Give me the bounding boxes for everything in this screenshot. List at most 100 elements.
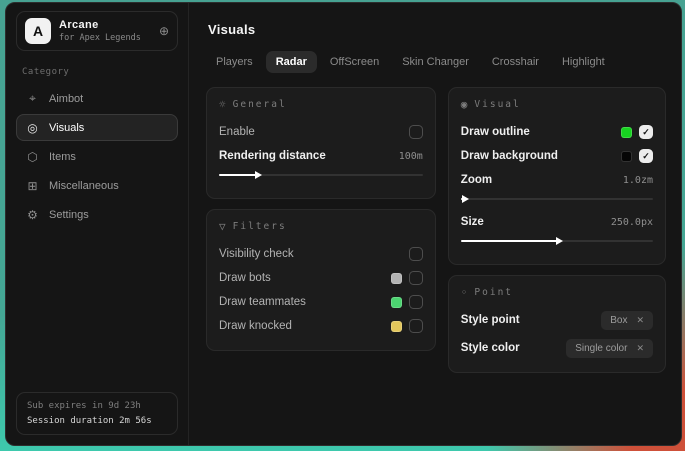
enable-row: Enable	[219, 120, 423, 144]
subscription-info: Sub expires in 9d 23h Session duration 2…	[16, 392, 178, 435]
tab-radar[interactable]: Radar	[266, 51, 317, 73]
draw-bots-color-swatch[interactable]	[391, 273, 402, 284]
point-card: ◦ Point Style point Box ✕ Style color S	[448, 275, 666, 373]
visual-title: Visual	[474, 99, 520, 110]
draw-knocked-row: Draw knocked	[219, 314, 423, 338]
draw-background-color-swatch[interactable]	[621, 151, 632, 162]
draw-bots-label: Draw bots	[219, 272, 271, 284]
category-label: Category	[22, 67, 172, 77]
visual-header: ◉ Visual	[461, 98, 653, 111]
visibility-check-label: Visibility check	[219, 248, 294, 260]
zoom-slider[interactable]	[461, 194, 653, 204]
draw-background-row: Draw background ✓	[461, 144, 653, 168]
draw-outline-row: Draw outline ✓	[461, 120, 653, 144]
style-color-select[interactable]: Single color ✕	[566, 339, 653, 358]
enable-label: Enable	[219, 126, 255, 138]
app-window: A Arcane for Apex Legends ⊕ Category ⌖ A…	[5, 2, 682, 446]
zoom-label: Zoom	[461, 174, 492, 186]
point-header: ◦ Point	[461, 286, 653, 299]
draw-knocked-color-swatch[interactable]	[391, 321, 402, 332]
page-title: Visuals	[208, 22, 666, 37]
size-slider[interactable]	[461, 236, 653, 246]
size-label: Size	[461, 216, 484, 228]
zoom-row: Zoom 1.0zm	[461, 168, 653, 192]
draw-knocked-checkbox[interactable]	[409, 319, 423, 333]
size-value: 250.0px	[611, 217, 653, 228]
point-title: Point	[474, 287, 513, 298]
filters-title: Filters	[233, 221, 287, 232]
general-header: ☼ General	[219, 98, 423, 111]
point-icon: ◦	[461, 286, 468, 299]
zoom-value: 1.0zm	[623, 175, 653, 186]
sidebar-item-visuals[interactable]: ◎ Visuals	[16, 114, 178, 141]
filters-icon: ▽	[219, 220, 226, 233]
target-icon[interactable]: ⊕	[159, 24, 169, 38]
app-logo: A	[25, 18, 51, 44]
sidebar-item-label: Visuals	[49, 122, 84, 134]
app-subtitle: for Apex Legends	[59, 33, 141, 43]
close-icon[interactable]: ✕	[636, 343, 644, 354]
style-color-value: Single color	[575, 343, 627, 354]
style-point-label: Style point	[461, 314, 520, 326]
visual-card: ◉ Visual Draw outline ✓ Draw background	[448, 87, 666, 265]
sidebar: A Arcane for Apex Legends ⊕ Category ⌖ A…	[6, 3, 189, 445]
tab-highlight[interactable]: Highlight	[552, 51, 615, 73]
sub-expiry-text: Sub expires in 9d 23h	[27, 401, 167, 411]
main-content: Visuals Players Radar OffScreen Skin Cha…	[189, 3, 681, 445]
rendering-distance-row: Rendering distance 100m	[219, 144, 423, 168]
items-icon: ⬡	[26, 150, 39, 164]
draw-teammates-row: Draw teammates	[219, 290, 423, 314]
tab-players[interactable]: Players	[206, 51, 263, 73]
general-title: General	[233, 99, 287, 110]
app-header: A Arcane for Apex Legends ⊕	[16, 11, 178, 51]
tab-offscreen[interactable]: OffScreen	[320, 51, 389, 73]
style-point-select[interactable]: Box ✕	[601, 311, 653, 330]
sidebar-item-miscellaneous[interactable]: ⊞ Miscellaneous	[16, 172, 178, 199]
draw-knocked-label: Draw knocked	[219, 320, 292, 332]
draw-background-checkbox[interactable]: ✓	[639, 149, 653, 163]
general-card: ☼ General Enable Rendering distance 100m	[206, 87, 436, 199]
draw-outline-color-swatch[interactable]	[621, 127, 632, 138]
filters-card: ▽ Filters Visibility check Draw bots	[206, 209, 436, 351]
close-icon[interactable]: ✕	[636, 315, 644, 326]
draw-background-label: Draw background	[461, 150, 558, 162]
general-icon: ☼	[219, 98, 226, 111]
sidebar-item-label: Miscellaneous	[49, 180, 119, 192]
rendering-distance-slider[interactable]	[219, 170, 423, 180]
style-point-value: Box	[610, 315, 627, 326]
settings-icon: ⚙	[26, 208, 39, 222]
tab-skin-changer[interactable]: Skin Changer	[392, 51, 479, 73]
visual-icon: ◉	[461, 98, 468, 111]
visuals-icon: ◎	[26, 121, 39, 135]
draw-teammates-checkbox[interactable]	[409, 295, 423, 309]
sidebar-item-items[interactable]: ⬡ Items	[16, 143, 178, 170]
aimbot-icon: ⌖	[26, 91, 39, 106]
style-color-row: Style color Single color ✕	[461, 336, 653, 360]
size-row: Size 250.0px	[461, 210, 653, 234]
draw-bots-row: Draw bots	[219, 266, 423, 290]
draw-teammates-color-swatch[interactable]	[391, 297, 402, 308]
draw-bots-checkbox[interactable]	[409, 271, 423, 285]
tab-bar: Players Radar OffScreen Skin Changer Cro…	[206, 51, 666, 73]
rendering-distance-value: 100m	[399, 151, 423, 162]
sidebar-item-label: Aimbot	[49, 93, 83, 105]
sidebar-item-label: Items	[49, 151, 76, 163]
draw-outline-label: Draw outline	[461, 126, 530, 138]
tab-crosshair[interactable]: Crosshair	[482, 51, 549, 73]
visibility-check-row: Visibility check	[219, 242, 423, 266]
app-title-block: Arcane for Apex Legends	[59, 19, 141, 43]
sidebar-item-label: Settings	[49, 209, 89, 221]
enable-checkbox[interactable]	[409, 125, 423, 139]
style-point-row: Style point Box ✕	[461, 308, 653, 332]
miscellaneous-icon: ⊞	[26, 179, 39, 193]
session-duration-text: Session duration 2m 56s	[27, 416, 167, 426]
draw-outline-checkbox[interactable]: ✓	[639, 125, 653, 139]
visibility-check-checkbox[interactable]	[409, 247, 423, 261]
style-color-label: Style color	[461, 342, 520, 354]
sidebar-item-aimbot[interactable]: ⌖ Aimbot	[16, 85, 178, 112]
filters-header: ▽ Filters	[219, 220, 423, 233]
draw-teammates-label: Draw teammates	[219, 296, 306, 308]
sidebar-item-settings[interactable]: ⚙ Settings	[16, 201, 178, 228]
rendering-distance-label: Rendering distance	[219, 150, 326, 162]
app-name: Arcane	[59, 19, 141, 31]
